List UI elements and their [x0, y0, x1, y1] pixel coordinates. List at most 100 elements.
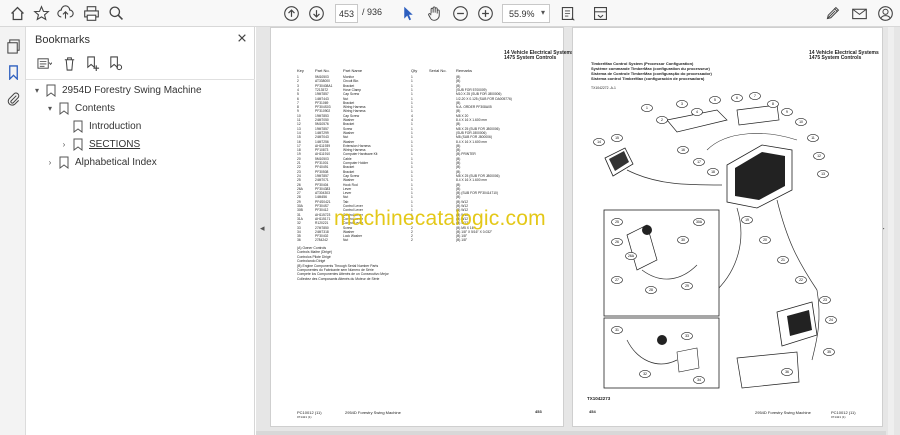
attachment-icon[interactable]: [4, 89, 22, 107]
callout-bubble: 19: [741, 216, 753, 224]
callout-bubble: 13: [817, 170, 829, 178]
table-row: 36 2784242 Nut 2 (B) 1/8": [271, 238, 565, 242]
bookmark-icon: [57, 101, 71, 115]
bookmark-item-introduction[interactable]: Introduction: [59, 118, 141, 134]
navigation-rail: [0, 27, 26, 435]
bookmark-label: Alphabetical Index: [75, 156, 157, 168]
callout-label: 26A: [628, 254, 635, 258]
edit-pdf-icon[interactable]: [822, 3, 842, 23]
delete-bookmark-icon[interactable]: [59, 53, 79, 73]
new-bookmark-icon[interactable]: [82, 53, 102, 73]
callout-bubble: 2: [656, 116, 668, 124]
callout-label: 23: [823, 298, 827, 302]
column-header: Remarks: [456, 68, 473, 73]
callout-label: 28: [649, 288, 653, 292]
callout-bubble: 18: [707, 168, 719, 176]
star-icon[interactable]: [31, 3, 51, 23]
vertical-scrollbar[interactable]: [888, 27, 894, 435]
page-down-icon[interactable]: [306, 3, 326, 23]
note-line: Controls Maitre (Dirigé): [297, 250, 333, 255]
callout-bubble: 23: [819, 296, 831, 304]
print-icon[interactable]: [81, 3, 101, 23]
callout-label: 12: [817, 154, 821, 158]
toolbar: 453 / 936 55.9% ▾: [0, 0, 900, 27]
page-header-subsection: 1475 System Controls: [504, 55, 557, 61]
divider: [26, 79, 255, 80]
page-separator: /: [362, 7, 365, 17]
callout-bubble: 29: [681, 282, 693, 290]
callout-bubble: 34: [693, 376, 705, 384]
display-unit-illustration: [604, 147, 634, 177]
zoom-select[interactable]: 55.9% ▾: [502, 4, 550, 23]
callout-bubble: 11: [807, 134, 819, 142]
callout-label: 4: [696, 110, 698, 114]
page-up-icon[interactable]: [281, 3, 301, 23]
collapse-panel-arrow-icon[interactable]: ◂: [260, 223, 265, 234]
zoom-in-icon[interactable]: [475, 3, 495, 23]
callout-bubble: 27: [611, 276, 623, 284]
callout-bubble: 25: [611, 218, 623, 226]
callout-bubble: 31: [611, 326, 623, 334]
horizontal-scrollbar[interactable]: [256, 431, 886, 435]
bookmark-item-alphabetical-index[interactable]: › Alphabetical Index: [45, 154, 157, 170]
search-icon[interactable]: [106, 3, 126, 23]
callout-label: 35: [827, 350, 831, 354]
page-header-subsection: 1475 System Controls: [809, 55, 862, 61]
page-footer-title: 2954D Forestry Swing Machine: [345, 410, 401, 415]
callout-label: 9: [786, 110, 788, 114]
collapse-toggle-icon[interactable]: ▾: [45, 104, 55, 113]
options-menu-icon[interactable]: [34, 53, 54, 73]
callout-bubble: 36: [781, 368, 793, 376]
callout-bubble: 10: [795, 118, 807, 126]
callout-bubble: 30: [677, 236, 689, 244]
note-line: (B) Engine Components Through Serial Num…: [297, 263, 379, 268]
callout-bubble: 3: [676, 100, 688, 108]
page-number-input[interactable]: 453: [335, 4, 358, 23]
page-thumbnails-icon[interactable]: [4, 37, 22, 55]
note-line: Controlando Dirigé: [297, 259, 326, 264]
table-cell: (B) 1/8": [456, 238, 468, 243]
bookmark-settings-icon[interactable]: [105, 53, 125, 73]
upload-icon[interactable]: [55, 3, 75, 23]
inset-frame-a: [603, 209, 720, 317]
zoom-out-icon[interactable]: [450, 3, 470, 23]
document-viewport[interactable]: ◂ ▸ 14 Vehicle Electrical Systems 1475 S…: [256, 27, 900, 435]
callout-bubble: 30A: [693, 218, 705, 226]
column-header: Qty: [411, 68, 418, 73]
exploded-parts-diagram: 12345 6 7891011121314151617181920212223242…: [593, 92, 837, 389]
cursor-icon[interactable]: [398, 3, 418, 23]
mail-icon[interactable]: [849, 3, 869, 23]
callout-bubble: 17: [693, 158, 705, 166]
column-header: Key: [297, 68, 304, 73]
collapse-toggle-icon[interactable]: ▾: [32, 86, 42, 95]
column-header: Part No.: [315, 68, 330, 73]
note-line: Compete los Componentes Attenés de un Co…: [297, 272, 389, 277]
figure-id: TX1042273: [587, 396, 611, 401]
close-icon[interactable]: [234, 30, 250, 46]
home-icon[interactable]: [7, 3, 27, 23]
callout-label: 17: [697, 160, 701, 164]
callout-bubble: 22: [795, 276, 807, 284]
callout-label: 11: [811, 136, 815, 140]
fit-page-icon[interactable]: [557, 3, 577, 23]
bookmark-item-contents[interactable]: ▾ Contents: [45, 100, 115, 116]
hand-icon[interactable]: [424, 3, 444, 23]
callout-label: 16: [681, 148, 685, 152]
bookmark-icon: [71, 119, 85, 133]
bookmark-icon: [44, 83, 58, 97]
bookmark-icon[interactable]: [4, 63, 22, 81]
expand-toggle-icon[interactable]: ›: [59, 140, 69, 149]
pdf-reader-window: 453 / 9 36 55.9% ▾ Bookmarks ▾ 2954D Fore…: [0, 0, 900, 435]
watermark-text: machinecatalogic.com: [334, 207, 546, 230]
table-cell: Nut: [343, 238, 349, 243]
callout-bubble: 12: [813, 152, 825, 160]
note-line: (A) Owner Controls: [297, 246, 327, 250]
bookmark-item-sections[interactable]: › SECTIONS: [59, 136, 140, 152]
callout-label: 18: [711, 170, 715, 174]
expand-toggle-icon[interactable]: ›: [45, 158, 55, 167]
bookmark-item-2954d[interactable]: ▾ 2954D Forestry Swing Machine: [32, 82, 202, 98]
callout-label: 32: [643, 372, 647, 376]
callout-bubble: 33: [681, 332, 693, 340]
account-icon[interactable]: [875, 3, 895, 23]
view-mode-icon[interactable]: [590, 3, 610, 23]
